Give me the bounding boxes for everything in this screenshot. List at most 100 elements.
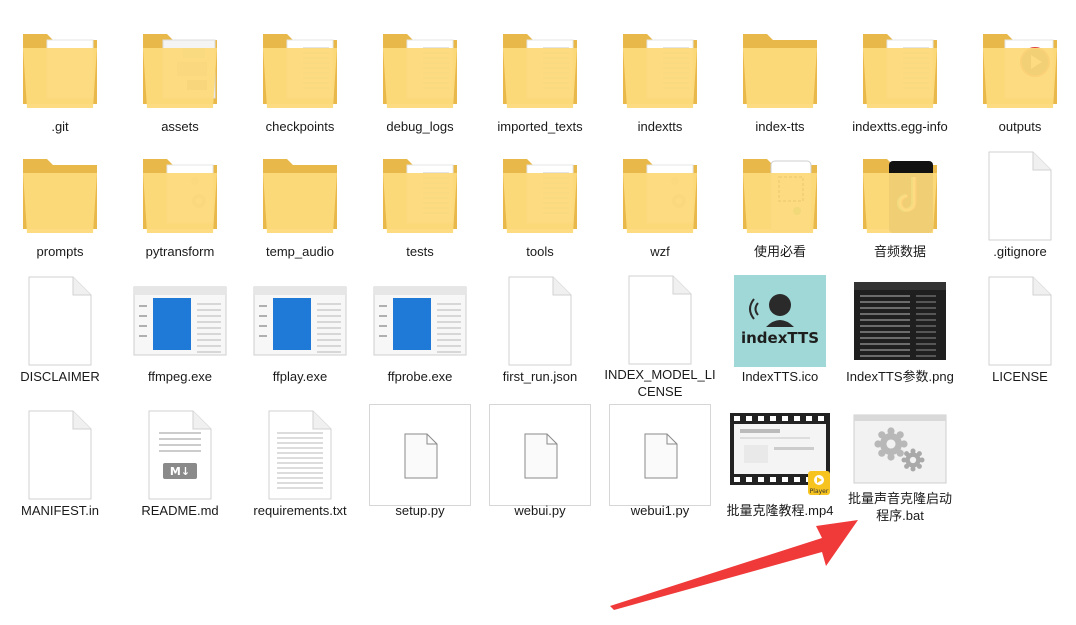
file-name-label: 批量声音克隆启动程序.bat — [847, 491, 952, 523]
video-file-icon: Player — [724, 406, 836, 504]
file-name-label: webui1.py — [630, 503, 690, 518]
file-name-label: setup.py — [395, 503, 445, 518]
file-name-label: tools — [526, 244, 554, 259]
text-file-icon — [244, 406, 356, 504]
file-item[interactable]: DISCLAIMER — [2, 268, 118, 390]
md-badge-text: M↓ — [170, 465, 190, 478]
folder-icon — [844, 147, 956, 245]
file-item[interactable]: setup.py — [362, 402, 478, 524]
file-item[interactable]: indexTTS IndexTTS.ico — [722, 268, 838, 390]
file-item[interactable]: pytransform — [122, 143, 238, 265]
file-item[interactable]: index-tts — [722, 18, 838, 140]
folder-icon — [4, 147, 116, 245]
file-item[interactable]: imported_texts — [482, 18, 598, 140]
folder-icon — [484, 22, 596, 120]
file-name-label: ffmpeg.exe — [147, 369, 213, 384]
file-item[interactable]: indextts — [602, 18, 718, 140]
file-name-label: INDEX_MODEL_LICENSE — [604, 367, 716, 399]
folder-icon — [244, 22, 356, 120]
file-item[interactable]: ffmpeg.exe — [122, 268, 238, 390]
file-name-label: webui.py — [514, 503, 566, 518]
file-item[interactable]: tools — [482, 143, 598, 265]
file-item[interactable]: 音频数据 — [842, 143, 958, 265]
folder-icon — [484, 147, 596, 245]
file-item[interactable]: wzf — [602, 143, 718, 265]
file-item[interactable]: 批量声音克隆启动程序.bat — [842, 402, 958, 524]
file-name-label: imported_texts — [497, 119, 583, 134]
file-name-label: outputs — [998, 119, 1042, 134]
file-name-label: assets — [161, 119, 199, 134]
file-name-label: requirements.txt — [253, 503, 347, 518]
file-name-label: debug_logs — [386, 119, 454, 134]
file-item[interactable]: first_run.json — [482, 268, 598, 390]
file-name-label: DISCLAIMER — [20, 369, 100, 384]
png-image-icon — [844, 272, 956, 370]
file-item[interactable]: webui.py — [482, 402, 598, 524]
file-name-label: tests — [406, 244, 434, 259]
file-name-label: MANIFEST.in — [20, 503, 99, 518]
file-name-label: LICENSE — [992, 369, 1048, 384]
file-name-label: .gitignore — [993, 244, 1047, 259]
exe-file-icon — [244, 272, 356, 370]
file-item[interactable]: IndexTTS参数.png — [842, 268, 958, 390]
file-item[interactable]: .gitignore — [962, 143, 1076, 265]
file-name-label: IndexTTS.ico — [741, 369, 819, 384]
file-item[interactable]: webui1.py — [602, 402, 718, 524]
file-item[interactable]: temp_audio — [242, 143, 358, 265]
file-item[interactable]: requirements.txt — [242, 402, 358, 524]
file-item[interactable]: prompts — [2, 143, 118, 265]
file-item[interactable]: ffprobe.exe — [362, 268, 478, 390]
file-item[interactable]: outputs — [962, 18, 1076, 140]
file-name-label: IndexTTS参数.png — [846, 369, 954, 384]
file-name-label: .git — [51, 119, 69, 134]
file-item[interactable]: ffplay.exe — [242, 268, 358, 390]
file-item[interactable]: debug_logs — [362, 18, 478, 140]
file-name-label: pytransform — [145, 244, 215, 259]
folder-icon — [124, 147, 236, 245]
file-name-label: temp_audio — [266, 244, 334, 259]
file-item[interactable]: INDEX_MODEL_LICENSE — [602, 268, 718, 399]
file-name-label: index-tts — [755, 119, 805, 134]
folder-icon — [724, 22, 836, 120]
file-item[interactable]: MANIFEST.in — [2, 402, 118, 524]
ico-text: indexTTS — [741, 329, 819, 347]
folder-icon — [724, 147, 836, 245]
file-name-label: 批量克隆教程.mp4 — [726, 503, 834, 518]
file-icon — [4, 272, 116, 370]
file-icon — [4, 406, 116, 504]
batch-file-icon — [844, 406, 956, 492]
file-name-label: README.md — [141, 503, 219, 518]
folder-icon — [604, 147, 716, 245]
file-icon — [964, 272, 1076, 370]
folder-icon — [364, 22, 476, 120]
file-item[interactable]: assets — [122, 18, 238, 140]
markdown-file-icon: M↓ — [124, 406, 236, 504]
file-name-label: ffprobe.exe — [387, 369, 453, 384]
file-item[interactable]: checkpoints — [242, 18, 358, 140]
file-name-label: indextts — [637, 119, 683, 134]
folder-icon — [4, 22, 116, 120]
file-name-label: wzf — [650, 244, 670, 259]
folder-icon — [244, 147, 356, 245]
folder-icon — [364, 147, 476, 245]
python-file-icon — [604, 404, 716, 506]
file-name-label: indextts.egg-info — [852, 119, 948, 134]
file-item[interactable]: M↓ README.md — [122, 402, 238, 524]
folder-icon — [964, 22, 1076, 120]
file-icon — [484, 272, 596, 370]
file-grid: .git assets checkpoints debug_logs impor… — [0, 0, 1076, 625]
file-item[interactable]: 使用必看 — [722, 143, 838, 265]
file-icon — [604, 272, 716, 368]
file-name-label: prompts — [36, 244, 84, 259]
player-badge-text: Player — [810, 488, 829, 495]
file-item[interactable]: LICENSE — [962, 268, 1076, 390]
file-item[interactable]: indextts.egg-info — [842, 18, 958, 140]
file-item[interactable]: tests — [362, 143, 478, 265]
file-item[interactable]: Player 批量克隆教程.mp4 — [722, 402, 838, 524]
folder-icon — [844, 22, 956, 120]
file-item[interactable]: .git — [2, 18, 118, 140]
file-name-label: first_run.json — [502, 369, 578, 384]
python-file-icon — [484, 404, 596, 506]
folder-icon — [124, 22, 236, 120]
file-name-label: 使用必看 — [753, 244, 806, 259]
